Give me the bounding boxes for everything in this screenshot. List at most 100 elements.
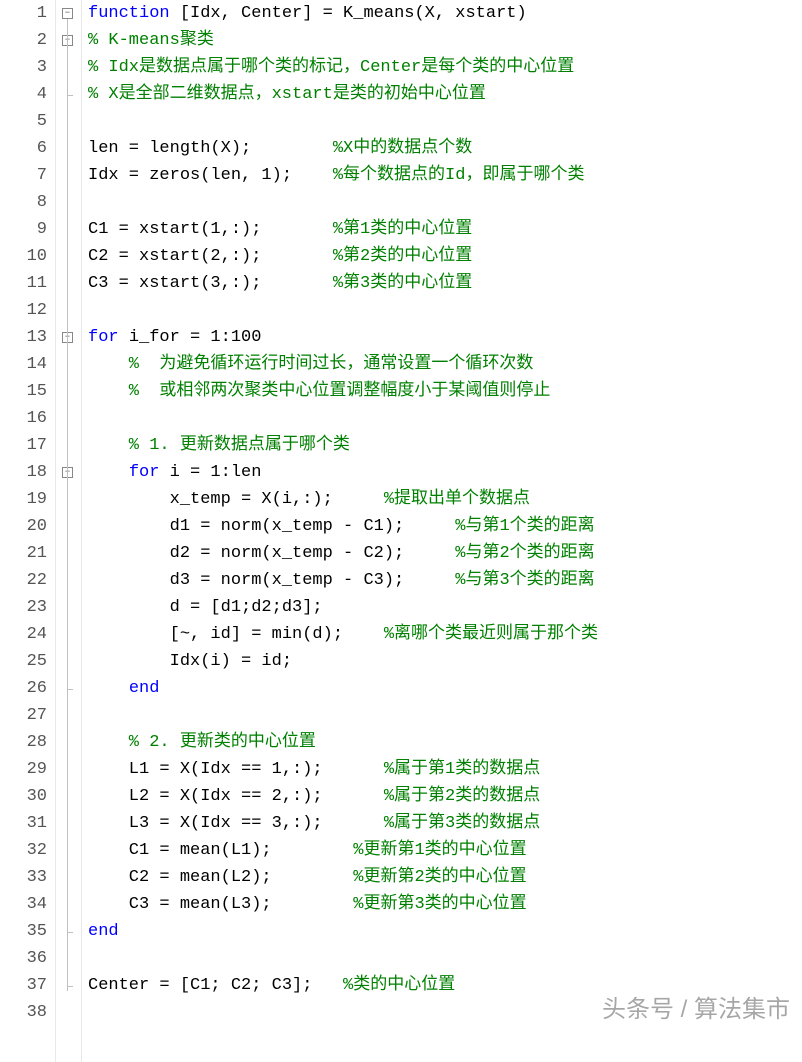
code-line: C2 = xstart(2,:); %第2类的中心位置 <box>88 243 802 270</box>
comment-token: %属于第1类的数据点 <box>384 760 540 779</box>
comment-token: %更新第3类的中心位置 <box>353 895 526 914</box>
line-number: 26 <box>0 675 47 702</box>
line-number: 5 <box>0 108 47 135</box>
comment-token: %每个数据点的Id，即属于哪个类 <box>333 166 585 185</box>
line-number: 15 <box>0 378 47 405</box>
line-number: 31 <box>0 810 47 837</box>
line-number: 35 <box>0 918 47 945</box>
code-line <box>88 189 802 216</box>
code-line: L3 = X(Idx == 3,:); %属于第3类的数据点 <box>88 810 802 837</box>
line-number: 36 <box>0 945 47 972</box>
line-number: 20 <box>0 513 47 540</box>
code-line: % 1. 更新数据点属于哪个类 <box>88 432 802 459</box>
code-line: C2 = mean(L2); %更新第2类的中心位置 <box>88 864 802 891</box>
line-number: 19 <box>0 486 47 513</box>
code-token: d2 = norm(x_temp - C2); <box>88 544 455 563</box>
comment-token: %X中的数据点个数 <box>333 139 472 158</box>
comment-token: %与第2个类的距离 <box>455 544 594 563</box>
code-line: d1 = norm(x_temp - C1); %与第1个类的距离 <box>88 513 802 540</box>
keyword-token: for <box>88 328 129 347</box>
code-token <box>88 463 129 482</box>
code-token: d1 = norm(x_temp - C1); <box>88 517 455 536</box>
line-number: 30 <box>0 783 47 810</box>
comment-token: % X是全部二维数据点，xstart是类的初始中心位置 <box>88 85 486 104</box>
fold-toggle[interactable]: − <box>62 8 73 19</box>
comment-token: % K-means聚类 <box>88 31 214 50</box>
line-number: 22 <box>0 567 47 594</box>
code-token: i = 1:len <box>170 463 262 482</box>
line-number: 18 <box>0 459 47 486</box>
fold-end-marker <box>67 932 73 933</box>
code-token: d3 = norm(x_temp - C3); <box>88 571 455 590</box>
line-number: 25 <box>0 648 47 675</box>
code-line: L1 = X(Idx == 1,:); %属于第1类的数据点 <box>88 756 802 783</box>
code-line: C1 = mean(L1); %更新第1类的中心位置 <box>88 837 802 864</box>
code-token <box>88 679 129 698</box>
comment-token: %与第3个类的距离 <box>455 571 594 590</box>
code-line: % 2. 更新类的中心位置 <box>88 729 802 756</box>
code-line <box>88 297 802 324</box>
code-line: L2 = X(Idx == 2,:); %属于第2类的数据点 <box>88 783 802 810</box>
code-line: for i_for = 1:100 <box>88 324 802 351</box>
code-line: C3 = mean(L3); %更新第3类的中心位置 <box>88 891 802 918</box>
code-line: C3 = xstart(3,:); %第3类的中心位置 <box>88 270 802 297</box>
code-token: C2 = xstart(2,:); <box>88 247 333 266</box>
code-line: for i = 1:len <box>88 459 802 486</box>
line-number: 27 <box>0 702 47 729</box>
line-number: 13 <box>0 324 47 351</box>
fold-guide-line <box>67 19 68 991</box>
line-number: 38 <box>0 999 47 1026</box>
comment-token: %属于第2类的数据点 <box>384 787 540 806</box>
line-number: 23 <box>0 594 47 621</box>
comment-token: %第2类的中心位置 <box>333 247 472 266</box>
line-number-gutter: 1234567891011121314151617181920212223242… <box>0 0 56 1062</box>
code-line: len = length(X); %X中的数据点个数 <box>88 135 802 162</box>
fold-end-marker <box>67 986 73 987</box>
comment-token: % 1. 更新数据点属于哪个类 <box>88 436 350 455</box>
code-line <box>88 405 802 432</box>
code-editor: 1234567891011121314151617181920212223242… <box>0 0 802 1062</box>
comment-token: %第1类的中心位置 <box>333 220 472 239</box>
line-number: 14 <box>0 351 47 378</box>
comment-token: % 或相邻两次聚类中心位置调整幅度小于某阈值则停止 <box>88 382 550 401</box>
code-token: L2 = X(Idx == 2,:); <box>88 787 384 806</box>
comment-token: %属于第3类的数据点 <box>384 814 540 833</box>
code-token: L1 = X(Idx == 1,:); <box>88 760 384 779</box>
line-number: 7 <box>0 162 47 189</box>
code-line: C1 = xstart(1,:); %第1类的中心位置 <box>88 216 802 243</box>
line-number: 12 <box>0 297 47 324</box>
code-token: Idx = zeros(len, 1); <box>88 166 333 185</box>
code-token: len = length(X); <box>88 139 333 158</box>
code-line <box>88 108 802 135</box>
code-line: % Idx是数据点属于哪个类的标记，Center是每个类的中心位置 <box>88 54 802 81</box>
code-token: [Idx, Center] = K_means(X, xstart) <box>180 4 527 23</box>
code-area: function [Idx, Center] = K_means(X, xsta… <box>82 0 802 1062</box>
code-line: x_temp = X(i,:); %提取出单个数据点 <box>88 486 802 513</box>
code-line <box>88 702 802 729</box>
code-line: % 或相邻两次聚类中心位置调整幅度小于某阈值则停止 <box>88 378 802 405</box>
code-token: d = [d1;d2;d3]; <box>88 598 323 617</box>
code-token: i_for = 1:100 <box>129 328 262 347</box>
line-number: 11 <box>0 270 47 297</box>
keyword-token: for <box>129 463 170 482</box>
code-line: % X是全部二维数据点，xstart是类的初始中心位置 <box>88 81 802 108</box>
code-token: [~, id] = min(d); <box>88 625 384 644</box>
line-number: 34 <box>0 891 47 918</box>
keyword-token: function <box>88 4 180 23</box>
code-token: C2 = mean(L2); <box>88 868 353 887</box>
line-number: 21 <box>0 540 47 567</box>
line-number: 4 <box>0 81 47 108</box>
code-line <box>88 945 802 972</box>
code-line <box>88 999 802 1026</box>
code-token: C1 = xstart(1,:); <box>88 220 333 239</box>
comment-token: %更新第1类的中心位置 <box>353 841 526 860</box>
line-number: 32 <box>0 837 47 864</box>
code-line: Idx(i) = id; <box>88 648 802 675</box>
comment-token: %离哪个类最近则属于那个类 <box>384 625 598 644</box>
code-line: end <box>88 675 802 702</box>
code-line: d = [d1;d2;d3]; <box>88 594 802 621</box>
code-token: C3 = xstart(3,:); <box>88 274 333 293</box>
code-token: L3 = X(Idx == 3,:); <box>88 814 384 833</box>
code-token: C3 = mean(L3); <box>88 895 353 914</box>
code-token: Center = [C1; C2; C3]; <box>88 976 343 995</box>
